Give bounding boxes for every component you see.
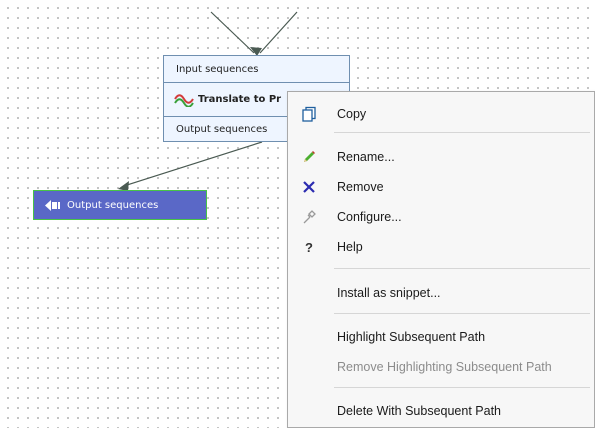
context-menu: Copy Rename... Remove Configure... ? Hel… [287, 91, 595, 428]
x-icon [300, 178, 318, 196]
menu-item-label: Configure... [337, 210, 402, 224]
output-port-label: Output sequences [176, 123, 268, 135]
help-icon: ? [305, 239, 313, 255]
tool-name: Translate to Pr [198, 94, 282, 105]
menu-item-label: Help [337, 240, 363, 254]
input-port[interactable]: Input sequences [164, 56, 349, 83]
configure-icon [300, 208, 318, 226]
menu-item-label: Install as snippet... [337, 286, 441, 300]
menu-item-configure[interactable]: Configure... [288, 204, 594, 230]
menu-separator [334, 268, 590, 269]
menu-separator [334, 313, 590, 314]
menu-item-label: Remove Highlighting Subsequent Path [337, 360, 552, 374]
menu-item-label: Remove [337, 180, 384, 194]
menu-item-remove-highlighting: Remove Highlighting Subsequent Path [288, 354, 594, 380]
menu-item-label: Copy [337, 107, 367, 121]
menu-separator [334, 387, 590, 388]
menu-item-install-snippet[interactable]: Install as snippet... [288, 280, 594, 306]
menu-item-copy[interactable]: Copy [288, 101, 594, 127]
output-node-label: Output sequences [67, 199, 159, 211]
menu-item-label: Rename... [337, 150, 395, 164]
menu-item-help[interactable]: ? Help [288, 234, 594, 260]
menu-item-remove[interactable]: Remove [288, 174, 594, 200]
output-arrow-icon [45, 199, 60, 211]
pencil-icon [300, 148, 318, 166]
menu-item-rename[interactable]: Rename... [288, 144, 594, 170]
menu-item-label: Highlight Subsequent Path [337, 330, 486, 344]
copy-icon [300, 105, 318, 123]
input-port-label: Input sequences [176, 63, 259, 75]
menu-item-label: Delete With Subsequent Path [337, 404, 501, 418]
output-node[interactable]: Output sequences [33, 190, 207, 220]
translate-icon [174, 93, 194, 107]
menu-item-highlight-path[interactable]: Highlight Subsequent Path [288, 324, 594, 350]
menu-separator [334, 132, 590, 133]
menu-item-delete-path[interactable]: Delete With Subsequent Path [288, 398, 594, 424]
